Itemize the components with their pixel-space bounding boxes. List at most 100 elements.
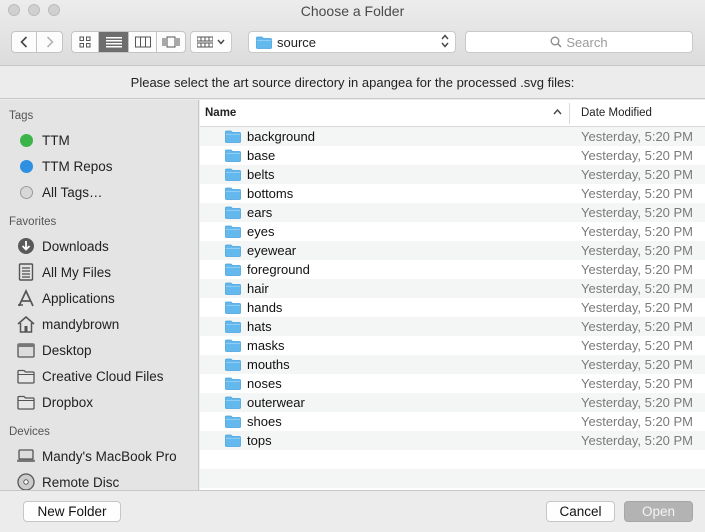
sort-ascending-icon[interactable] [553,107,562,117]
sidebar-item-label: Creative Cloud Files [42,368,164,384]
folder-icon [225,168,241,184]
navigation-buttons [11,31,63,53]
table-row[interactable]: base Yesterday, 5:20 PM [200,146,705,165]
file-name: eyes [247,224,275,239]
blue-tag-icon [19,159,33,173]
open-button[interactable]: Open [624,501,693,522]
column-header-date-modified[interactable]: Date Modified [581,107,652,119]
table-row[interactable]: masks Yesterday, 5:20 PM [200,336,705,355]
column-divider[interactable] [569,103,570,124]
sidebar-item-label: Desktop [42,342,92,358]
folder-icon [225,301,241,317]
all-my-files-icon [16,263,36,281]
table-row[interactable]: eyewear Yesterday, 5:20 PM [200,241,705,260]
folder-icon [225,377,241,393]
view-mode-control [71,31,186,53]
folder-icon [225,263,241,279]
file-date-modified: Yesterday, 5:20 PM [581,300,694,315]
file-date-modified: Yesterday, 5:20 PM [581,148,694,163]
sidebar-item-all-tags[interactable]: All Tags… [16,181,103,203]
folder-icon [225,282,241,298]
back-button[interactable] [12,32,37,52]
file-date-modified: Yesterday, 5:20 PM [581,319,694,334]
file-name: outerwear [247,395,305,410]
downloads-icon [16,237,36,255]
sidebar-item-dropbox[interactable]: Dropbox [16,391,93,413]
location-popup[interactable]: source [248,31,456,53]
applications-icon [16,289,36,307]
chevron-right-icon [46,36,54,48]
file-name: hair [247,281,269,296]
sidebar-item-tag-ttm[interactable]: TTM [16,129,70,151]
list-header: Name Date Modified [200,100,705,127]
file-date-modified: Yesterday, 5:20 PM [581,262,694,277]
table-row[interactable]: foreground Yesterday, 5:20 PM [200,260,705,279]
file-name: noses [247,376,282,391]
folder-icon [225,130,241,146]
sidebar-item-macbook-pro[interactable]: Mandy's MacBook Pro [16,445,177,467]
table-row[interactable]: belts Yesterday, 5:20 PM [200,165,705,184]
folder-icon [225,244,241,260]
forward-button[interactable] [37,32,62,52]
sidebar-section-tags: Tags [9,110,34,122]
table-row[interactable]: mouths Yesterday, 5:20 PM [200,355,705,374]
sidebar-item-label: Remote Disc [42,474,120,490]
window-title: Choose a Folder [300,3,405,19]
sidebar-item-tag-ttm-repos[interactable]: TTM Repos [16,155,113,177]
laptop-icon [16,447,36,465]
list-icon [105,37,122,48]
file-name: hands [247,300,283,315]
chevron-left-icon [20,36,28,48]
table-row[interactable]: background Yesterday, 5:20 PM [200,127,705,146]
table-row[interactable]: ears Yesterday, 5:20 PM [200,203,705,222]
table-row[interactable]: shoes Yesterday, 5:20 PM [200,412,705,431]
folder-icon [16,367,36,385]
sidebar-item-label: Mandy's MacBook Pro [42,448,177,464]
sidebar-item-label: mandybrown [42,316,120,332]
column-view-button[interactable] [129,32,157,52]
sidebar-item-label: TTM [42,132,70,148]
file-name: ears [247,205,273,220]
search-field[interactable]: Search [465,31,693,53]
table-row[interactable]: eyes Yesterday, 5:20 PM [200,222,705,241]
folder-icon [225,396,241,412]
sidebar-item-label: Applications [42,290,115,306]
cover-flow-view-button[interactable] [157,32,185,52]
sidebar-item-applications[interactable]: Applications [16,287,115,309]
sidebar-item-label: All My Files [42,264,112,280]
cancel-button[interactable]: Cancel [546,501,615,522]
sidebar-item-downloads[interactable]: Downloads [16,235,109,257]
arrange-menu-button[interactable] [190,31,232,53]
prompt-message: Please select the art source directory i… [0,66,705,99]
sidebar-item-remote-disc[interactable]: Remote Disc [16,471,119,490]
sidebar-item-home[interactable]: mandybrown [16,313,119,335]
all-tags-icon [19,185,33,199]
sidebar-item-creative-cloud-files[interactable]: Creative Cloud Files [16,365,164,387]
file-list: Name Date Modified background Yesterday, … [200,100,705,490]
new-folder-button[interactable]: New Folder [23,501,121,522]
table-row[interactable]: tops Yesterday, 5:20 PM [200,431,705,450]
file-date-modified: Yesterday, 5:20 PM [581,224,694,239]
file-date-modified: Yesterday, 5:20 PM [581,167,694,182]
title-bar: Choose a Folder source Search [0,0,705,66]
column-header-name[interactable]: Name [205,107,236,119]
table-row[interactable]: hair Yesterday, 5:20 PM [200,279,705,298]
table-row[interactable]: bottoms Yesterday, 5:20 PM [200,184,705,203]
green-tag-icon [19,133,33,147]
table-row[interactable]: hats Yesterday, 5:20 PM [200,317,705,336]
folder-icon [225,206,241,222]
table-row[interactable]: noses Yesterday, 5:20 PM [200,374,705,393]
folder-icon [225,225,241,241]
list-view-button[interactable] [99,32,129,52]
sidebar-item-desktop[interactable]: Desktop [16,339,92,361]
file-date-modified: Yesterday, 5:20 PM [581,281,694,296]
table-row[interactable]: hands Yesterday, 5:20 PM [200,298,705,317]
table-row[interactable]: outerwear Yesterday, 5:20 PM [200,393,705,412]
file-name: tops [247,433,272,448]
sidebar-item-all-my-files[interactable]: All My Files [16,261,111,283]
file-date-modified: Yesterday, 5:20 PM [581,357,694,372]
icon-view-button[interactable] [72,32,99,52]
file-name: eyewear [247,243,297,258]
disc-icon [16,473,36,490]
file-rows: background Yesterday, 5:20 PM base Yesterda… [200,127,705,488]
